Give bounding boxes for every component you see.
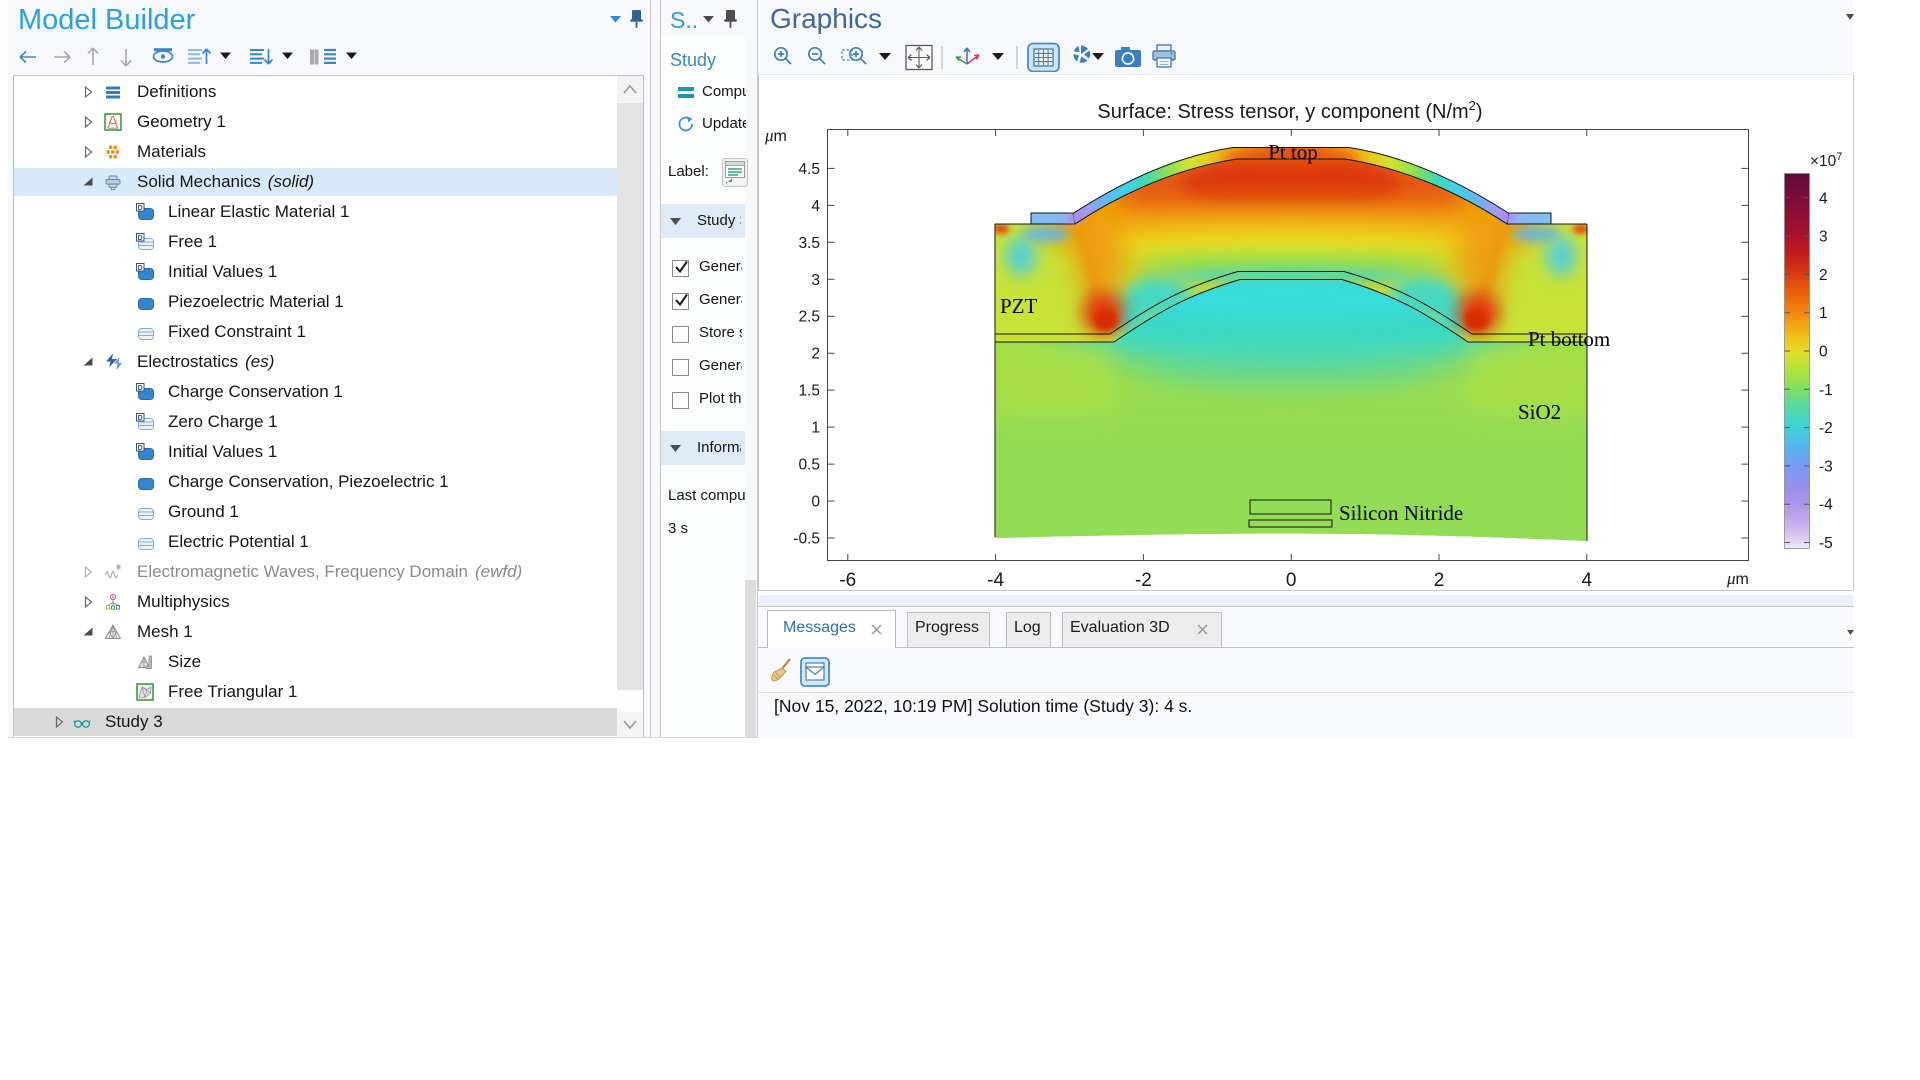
- svg-text:Pt top: Pt top: [1268, 140, 1318, 164]
- svg-text:SiO2: SiO2: [1518, 400, 1561, 424]
- svg-text:-0.5: -0.5: [793, 531, 820, 548]
- svg-text:2: 2: [811, 346, 820, 363]
- svg-text:D: D: [138, 415, 143, 422]
- svg-text:3.5: 3.5: [798, 235, 820, 252]
- svg-text:D: D: [138, 445, 143, 452]
- svg-text:4: 4: [1819, 190, 1828, 207]
- svg-text:1: 1: [811, 420, 820, 437]
- svg-text:Silicon Nitride: Silicon Nitride: [1339, 501, 1463, 525]
- svg-text:-5: -5: [1819, 535, 1833, 552]
- svg-text:-2: -2: [1135, 570, 1152, 591]
- svg-text:4.5: 4.5: [798, 161, 820, 178]
- svg-text:D: D: [138, 385, 143, 392]
- svg-text:-4: -4: [1819, 497, 1833, 514]
- svg-text:2: 2: [1434, 570, 1445, 591]
- svg-text:0: 0: [1819, 344, 1828, 361]
- svg-text:D: D: [138, 205, 143, 212]
- svg-text:0: 0: [1286, 570, 1297, 591]
- svg-text:D: D: [138, 265, 143, 272]
- svg-text:-3: -3: [1819, 458, 1833, 475]
- svg-text:2.5: 2.5: [798, 309, 820, 326]
- svg-text:μm: μm: [764, 126, 787, 145]
- svg-text:4: 4: [1582, 570, 1593, 591]
- svg-text:-2: -2: [1819, 420, 1833, 437]
- svg-text:μm: μm: [1726, 569, 1749, 588]
- svg-text:3: 3: [811, 272, 820, 289]
- svg-text:0.5: 0.5: [798, 457, 820, 474]
- svg-text:1.5: 1.5: [798, 383, 820, 400]
- svg-text:Pt bottom: Pt bottom: [1528, 327, 1610, 351]
- svg-text:1: 1: [1819, 305, 1828, 322]
- svg-text:2: 2: [1819, 267, 1828, 284]
- svg-text:PZT: PZT: [1000, 294, 1038, 318]
- svg-text:-4: -4: [987, 570, 1004, 591]
- svg-text:-6: -6: [839, 570, 856, 591]
- svg-text:4: 4: [811, 198, 820, 215]
- svg-text:-1: -1: [1819, 382, 1833, 399]
- svg-text:×107: ×107: [1810, 151, 1842, 170]
- svg-text:Surface: Stress tensor, y comp: Surface: Stress tensor, y component (N/m…: [1097, 98, 1482, 123]
- svg-text:0: 0: [811, 494, 820, 511]
- svg-text:3: 3: [1819, 229, 1828, 246]
- svg-text:D: D: [138, 235, 143, 242]
